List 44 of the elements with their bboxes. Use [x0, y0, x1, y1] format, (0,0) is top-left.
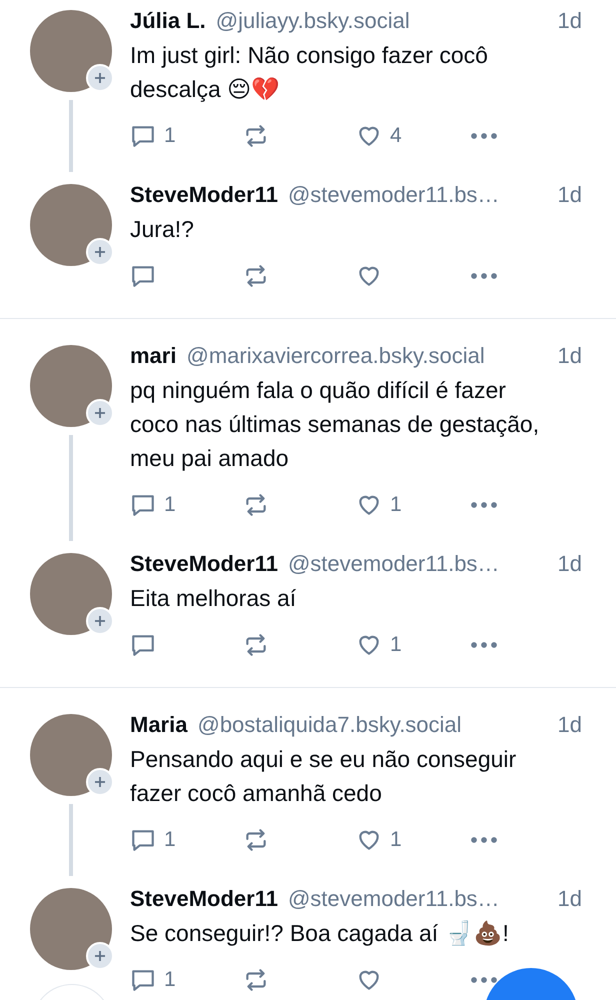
plus-icon[interactable] — [94, 246, 106, 258]
like-count: 1 — [390, 828, 402, 852]
author-name[interactable]: mari — [130, 339, 176, 373]
post-time: 1d — [558, 7, 582, 35]
post-time: 1d — [558, 550, 582, 578]
more-options-icon[interactable] — [469, 500, 499, 510]
like-count: 1 — [390, 633, 402, 657]
reply-count: 1 — [164, 124, 176, 148]
post-text: pq ninguém fala o quão difícil é fazer coco nas últimas semanas de gestação, meu pai amado — [130, 376, 540, 473]
author-handle[interactable]: @stevemoder11.bs… — [288, 547, 500, 581]
post-text: Jura!? — [130, 215, 195, 244]
author-name[interactable]: SteveModer11 — [130, 547, 278, 581]
author-handle[interactable]: @bostaliquida7.bsky.social — [197, 708, 462, 742]
post-time: 1d — [558, 885, 582, 913]
like-count: 1 — [390, 493, 402, 517]
author-name[interactable]: SteveModer11 — [130, 178, 278, 212]
plus-icon[interactable] — [94, 72, 106, 84]
post-time: 1d — [558, 342, 582, 370]
post-text: Se conseguir!? Boa cagada aí 🚽💩! — [130, 919, 510, 948]
plus-icon[interactable] — [94, 407, 106, 419]
post-text: Im just girl: Não consigo fazer cocô descalça 😔💔 — [130, 41, 489, 104]
reply-count: 1 — [164, 968, 176, 992]
plus-icon[interactable] — [94, 615, 106, 627]
author-name[interactable]: Maria — [130, 708, 188, 742]
more-options-icon[interactable] — [469, 131, 499, 141]
author-name[interactable]: SteveModer11 — [130, 882, 278, 916]
more-options-icon[interactable] — [469, 271, 499, 281]
plus-icon[interactable] — [94, 776, 106, 788]
post-time: 1d — [558, 181, 582, 209]
author-handle[interactable]: @marixaviercorrea.bsky.social — [186, 339, 485, 373]
author-name[interactable]: Júlia L. — [130, 4, 206, 38]
author-handle[interactable]: @stevemoder11.bs… — [288, 178, 500, 212]
post-text: Pensando aqui e se eu não conseguir fazer cocô amanhã cedo — [130, 745, 518, 808]
post-text: Eita melhoras aí — [130, 584, 298, 613]
author-handle[interactable]: @juliayy.bsky.social — [216, 4, 410, 38]
plus-icon[interactable] — [94, 950, 106, 962]
more-options-icon[interactable] — [469, 835, 499, 845]
more-options-icon[interactable] — [469, 640, 499, 650]
more-options-icon[interactable] — [469, 975, 499, 985]
reply-count: 1 — [164, 828, 176, 852]
reply-count: 1 — [164, 493, 176, 517]
author-handle[interactable]: @stevemoder11.bs… — [288, 882, 500, 916]
post-time: 1d — [558, 711, 582, 739]
like-count: 4 — [390, 124, 402, 148]
